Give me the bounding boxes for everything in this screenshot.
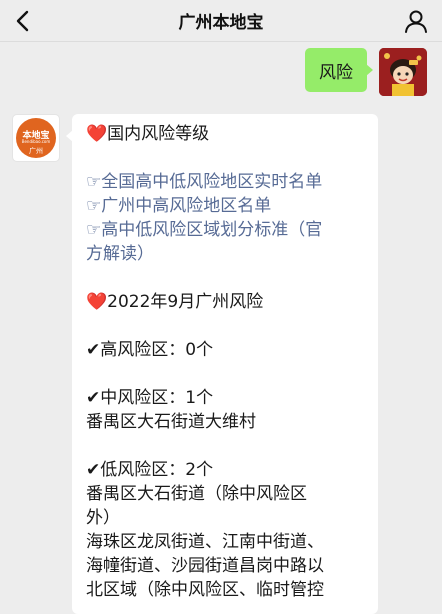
user-profile-icon[interactable] [402, 7, 430, 35]
low-risk-detail-line: 海珠区龙凤街道、江南中街道、 [86, 532, 324, 552]
low-risk-detail-line: 外） [86, 508, 120, 528]
incoming-message-bubble: ❤️国内风险等级 ☞全国高中低风险地区实时名单 ☞广州中高风险地区名单 ☞高中低… [66, 114, 378, 614]
heading-guangzhou-risk: ❤️2022年9月广州风险 [86, 292, 264, 312]
official-account-avatar[interactable]: 本地宝 Bendibao.com 广州 [12, 114, 60, 162]
link-national-risk-list[interactable]: ☞全国高中低风险地区实时名单 [86, 170, 366, 194]
heart-icon: ❤️ [86, 292, 108, 312]
check-icon: ✔ [86, 388, 101, 408]
low-risk-detail-line: 海幢街道、沙园街道昌岗中路以 [86, 556, 324, 576]
link-risk-standard[interactable]: ☞高中低风险区域划分标准（官 [86, 218, 366, 242]
chat-title: 广州本地宝 [178, 13, 264, 33]
heart-icon: ❤️ [86, 124, 108, 144]
mid-risk-detail: 番禺区大石街道大维村 [86, 412, 256, 432]
heading-domestic-risk: ❤️国内风险等级 [86, 124, 210, 144]
mid-risk-count: ✔中风险区：1个 [86, 388, 214, 408]
chat-header: 广州本地宝 [0, 0, 442, 42]
check-icon: ✔ [86, 460, 101, 480]
bendibao-logo-icon: 本地宝 Bendibao.com 广州 [16, 118, 56, 158]
outgoing-message-bubble[interactable]: 风险 [305, 48, 373, 92]
link-guangzhou-risk-list[interactable]: ☞广州中高风险地区名单 [86, 194, 366, 218]
my-avatar[interactable] [379, 48, 427, 96]
low-risk-detail-line: 番禺区大石街道（除中风险区 [86, 484, 307, 504]
low-risk-count: ✔低风险区：2个 [86, 460, 214, 480]
link-risk-standard-cont[interactable]: 方解读） [86, 242, 366, 266]
logo-city: 广州 [29, 147, 43, 155]
logo-subtext: Bendibao.com [21, 139, 51, 144]
low-risk-detail-line: 北区域（除中风险区、临时管控 [86, 580, 324, 600]
outgoing-message-text: 风险 [319, 62, 353, 83]
high-risk-count: ✔高风险区：0个 [86, 340, 214, 360]
check-icon: ✔ [86, 340, 101, 360]
cartoon-avatar-icon [379, 48, 427, 96]
